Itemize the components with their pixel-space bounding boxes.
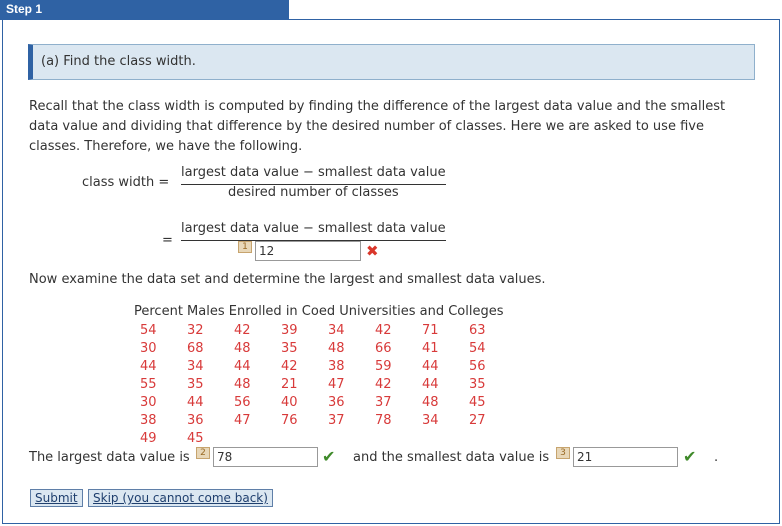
data-value: 44 xyxy=(422,377,439,392)
data-value: 48 xyxy=(422,395,439,410)
largest-value-input[interactable] xyxy=(213,447,318,467)
intro-paragraph: Recall that the class width is computed … xyxy=(29,99,726,154)
data-value: 44 xyxy=(422,359,439,374)
data-value: 59 xyxy=(375,359,392,374)
data-value: 34 xyxy=(187,359,204,374)
class-width-label: class width = xyxy=(82,175,170,190)
data-value: 42 xyxy=(375,323,392,338)
data-value: 36 xyxy=(328,395,345,410)
data-value: 38 xyxy=(140,413,157,428)
data-value: 42 xyxy=(234,323,251,338)
data-value: 41 xyxy=(422,341,439,356)
instruction-text: Now examine the data set and determine t… xyxy=(29,272,546,287)
data-value: 37 xyxy=(328,413,345,428)
denominator-input[interactable] xyxy=(255,241,361,261)
formula-numerator: largest data value − smallest data value xyxy=(181,163,446,185)
smallest-value-input[interactable] xyxy=(573,447,678,467)
data-value: 35 xyxy=(469,377,486,392)
check-mark-icon: ✔ xyxy=(322,447,336,466)
smallest-prefix: and the smallest data value is xyxy=(353,450,550,465)
data-value: 54 xyxy=(140,323,157,338)
data-value: 37 xyxy=(375,395,392,410)
data-value: 40 xyxy=(281,395,298,410)
data-value: 48 xyxy=(234,377,251,392)
dataset-table: 54 32 42 39 34 42 71 63 30 68 48 35 48 66 41 54 44 34 44 42… xyxy=(140,322,516,448)
data-value: 35 xyxy=(187,377,204,392)
data-value: 48 xyxy=(234,341,251,356)
step-tab: Step 1 xyxy=(0,0,289,20)
data-value: 63 xyxy=(469,323,486,338)
part-header: (a) Find the class width. xyxy=(28,44,755,80)
data-value: 44 xyxy=(140,359,157,374)
data-value: 45 xyxy=(187,431,204,446)
data-value: 36 xyxy=(187,413,204,428)
sentence-period: . xyxy=(714,450,719,465)
answer-badge-2: 2 xyxy=(196,447,210,459)
data-value: 76 xyxy=(281,413,298,428)
data-value: 34 xyxy=(422,413,439,428)
data-value: 49 xyxy=(140,431,157,446)
data-value: 55 xyxy=(140,377,157,392)
data-value: 66 xyxy=(375,341,392,356)
equals-sign: = xyxy=(162,233,173,248)
submit-button[interactable]: Submit xyxy=(30,489,83,507)
formula-denominator: desired number of classes xyxy=(228,185,399,200)
data-value: 27 xyxy=(469,413,486,428)
answer-badge-3: 3 xyxy=(556,447,570,459)
data-value: 32 xyxy=(187,323,204,338)
x-mark-icon: ✖ xyxy=(366,242,379,260)
data-value: 21 xyxy=(281,377,298,392)
data-value: 48 xyxy=(328,341,345,356)
data-value: 68 xyxy=(187,341,204,356)
largest-prefix: The largest data value is xyxy=(29,450,190,465)
data-value: 30 xyxy=(140,395,157,410)
answer-badge-1: 1 xyxy=(238,241,252,253)
data-value: 39 xyxy=(281,323,298,338)
data-value: 30 xyxy=(140,341,157,356)
data-value: 42 xyxy=(281,359,298,374)
skip-button[interactable]: Skip (you cannot come back) xyxy=(88,489,273,507)
data-value: 56 xyxy=(234,395,251,410)
data-value: 44 xyxy=(187,395,204,410)
data-value: 35 xyxy=(281,341,298,356)
formula-numerator-2: largest data value − smallest data value xyxy=(181,219,446,241)
data-value: 78 xyxy=(375,413,392,428)
data-value: 47 xyxy=(234,413,251,428)
data-value: 71 xyxy=(422,323,439,338)
data-value: 42 xyxy=(375,377,392,392)
data-value: 47 xyxy=(328,377,345,392)
data-value: 34 xyxy=(328,323,345,338)
data-value: 45 xyxy=(469,395,486,410)
data-value: 44 xyxy=(234,359,251,374)
data-value: 38 xyxy=(328,359,345,374)
dataset-title: Percent Males Enrolled in Coed Universit… xyxy=(134,304,504,319)
data-value: 54 xyxy=(469,341,486,356)
check-mark-icon: ✔ xyxy=(683,447,697,466)
data-value: 56 xyxy=(469,359,486,374)
